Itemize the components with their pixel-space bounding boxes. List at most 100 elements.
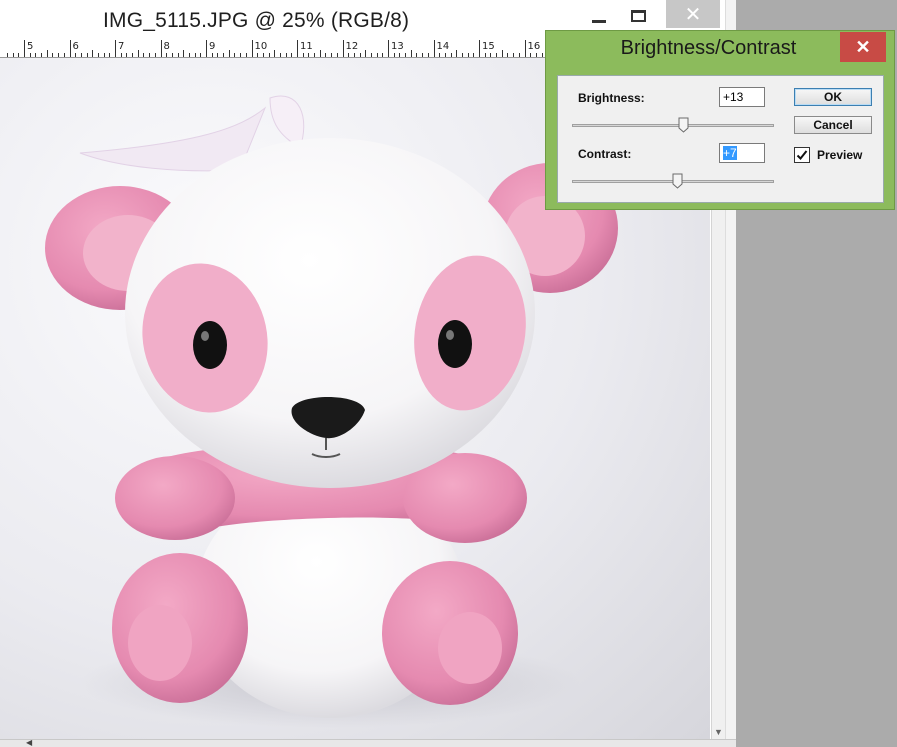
- ruler-minor-tick: [143, 53, 145, 57]
- ruler-minor-tick: [228, 50, 230, 57]
- ruler-minor-tick: [302, 53, 304, 57]
- ruler-minor-tick: [501, 50, 503, 57]
- ruler-minor-tick: [376, 53, 378, 57]
- ruler-minor-tick: [450, 53, 452, 57]
- ruler-minor-tick: [18, 53, 20, 57]
- contrast-slider-thumb[interactable]: [672, 173, 683, 189]
- scroll-left-arrow-icon[interactable]: ◀: [26, 738, 32, 747]
- ruler-minor-tick: [285, 53, 287, 57]
- minimize-icon: [592, 19, 606, 23]
- ruler-minor-tick: [200, 53, 202, 57]
- ruler-minor-tick: [484, 53, 486, 57]
- ruler-minor-tick: [439, 53, 441, 57]
- preview-label: Preview: [817, 148, 863, 162]
- ruler-minor-tick: [262, 53, 264, 57]
- ruler-minor-tick: [461, 53, 463, 57]
- brightness-slider-track[interactable]: [572, 124, 774, 127]
- ruler-minor-tick: [120, 53, 122, 57]
- ok-button[interactable]: OK: [794, 88, 872, 106]
- ruler-label: 13: [391, 41, 404, 52]
- ruler-minor-tick: [336, 53, 338, 57]
- brightness-contrast-dialog: Brightness/Contrast ✕ Brightness: +13 Co…: [545, 30, 895, 210]
- minimize-button[interactable]: [584, 0, 614, 32]
- ruler-major-tick: [160, 40, 162, 57]
- ruler-minor-tick: [370, 53, 372, 57]
- contrast-input[interactable]: +7: [719, 143, 765, 163]
- ruler-minor-tick: [92, 50, 94, 57]
- ruler-label: 12: [345, 41, 359, 52]
- ruler-minor-tick: [41, 53, 43, 57]
- ruler-minor-tick: [97, 53, 99, 57]
- ruler-minor-tick: [359, 53, 361, 57]
- dialog-body: Brightness: +13 Contrast: +7 OK Cancel P…: [557, 75, 884, 203]
- ruler-minor-tick: [331, 53, 333, 57]
- ruler-minor-tick: [35, 53, 37, 57]
- ruler-minor-tick: [6, 53, 8, 57]
- ruler-minor-tick: [177, 53, 179, 57]
- ruler-minor-tick: [467, 53, 469, 57]
- horizontal-scrollbar[interactable]: ◀: [0, 738, 736, 747]
- maximize-button[interactable]: [623, 0, 653, 32]
- ruler-minor-tick: [353, 53, 355, 57]
- ruler-minor-tick: [325, 53, 327, 57]
- ruler-label: 9: [209, 41, 216, 52]
- ruler-minor-tick: [223, 53, 225, 57]
- ruler-minor-tick: [86, 53, 88, 57]
- ruler-minor-tick: [535, 53, 537, 57]
- ruler-label: 14: [436, 41, 450, 52]
- ruler-label: 11: [300, 41, 313, 52]
- ruler-minor-tick: [245, 53, 247, 57]
- ruler-minor-tick: [541, 53, 543, 57]
- ruler-minor-tick: [274, 50, 276, 57]
- ruler-minor-tick: [268, 53, 270, 57]
- ruler-minor-tick: [416, 53, 418, 57]
- ruler-minor-tick: [399, 53, 401, 57]
- ruler-minor-tick: [348, 53, 350, 57]
- ruler-major-tick: [297, 40, 298, 57]
- preview-checkbox[interactable]: [794, 147, 810, 163]
- ruler-minor-tick: [382, 53, 384, 57]
- close-icon: ✕: [684, 3, 702, 26]
- ruler-major-tick: [206, 40, 207, 57]
- ruler-minor-tick: [444, 53, 446, 57]
- ruler-major-tick: [69, 40, 71, 57]
- brightness-input[interactable]: +13: [719, 87, 765, 107]
- maximize-icon: [630, 10, 646, 22]
- ruler-minor-tick: [257, 53, 259, 57]
- brightness-slider-thumb[interactable]: [678, 117, 689, 133]
- ruler-minor-tick: [279, 53, 281, 57]
- document-close-button[interactable]: ✕: [666, 0, 720, 28]
- ruler-minor-tick: [234, 53, 236, 57]
- ruler-minor-tick: [103, 53, 105, 57]
- ruler-minor-tick: [194, 53, 196, 57]
- ruler-minor-tick: [473, 53, 475, 57]
- ruler-label: 8: [163, 41, 170, 52]
- ruler-minor-tick: [507, 53, 509, 57]
- ruler-minor-tick: [308, 53, 310, 57]
- ruler-minor-tick: [154, 53, 156, 57]
- ruler-minor-tick: [58, 53, 60, 57]
- ruler-minor-tick: [422, 53, 424, 57]
- ruler-minor-tick: [405, 53, 407, 57]
- ruler-minor-tick: [490, 53, 492, 57]
- ruler-minor-tick: [393, 53, 395, 57]
- ruler-minor-tick: [291, 53, 293, 57]
- scroll-down-arrow-icon[interactable]: ▼: [714, 727, 723, 737]
- ruler-major-tick: [115, 40, 116, 57]
- ruler-minor-tick: [149, 53, 151, 57]
- ruler-minor-tick: [132, 53, 134, 57]
- ruler-minor-tick: [52, 53, 54, 57]
- dialog-close-button[interactable]: ✕: [840, 32, 886, 62]
- ruler-label: 15: [482, 41, 495, 52]
- document-title: IMG_5115.JPG @ 25% (RGB/8): [103, 9, 410, 32]
- ruler-minor-tick: [12, 53, 14, 57]
- cancel-button[interactable]: Cancel: [794, 116, 872, 134]
- ruler-minor-tick: [518, 53, 520, 57]
- ruler-minor-tick: [496, 53, 498, 57]
- brightness-label: Brightness:: [578, 91, 645, 105]
- ruler-major-tick: [388, 40, 389, 57]
- ruler-minor-tick: [410, 50, 412, 57]
- brightness-value: +13: [723, 90, 744, 104]
- ruler-minor-tick: [188, 53, 190, 57]
- ruler-minor-tick: [29, 53, 31, 57]
